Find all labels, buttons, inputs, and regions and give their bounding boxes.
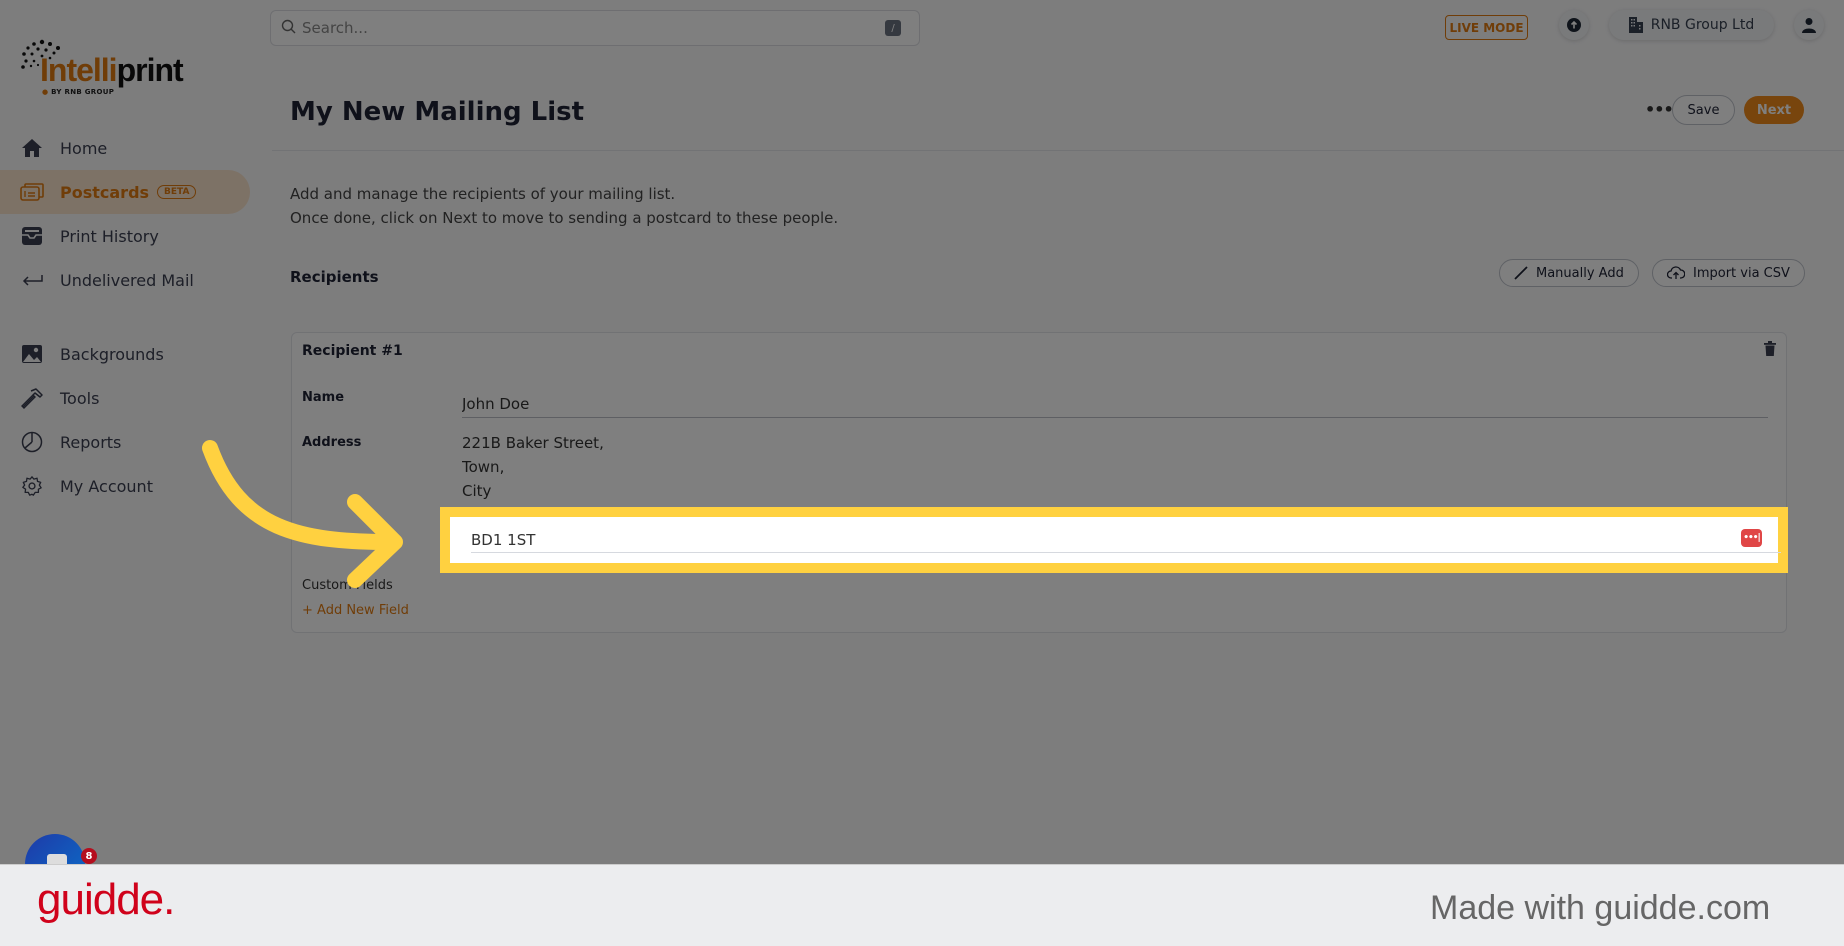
sidebar-item-undelivered-mail[interactable]: Undelivered Mail bbox=[0, 258, 250, 302]
search-bar[interactable]: / bbox=[270, 10, 920, 46]
description-line: Add and manage the recipients of your ma… bbox=[290, 185, 676, 203]
sidebar-item-label: Tools bbox=[60, 388, 100, 408]
cloud-upload-icon bbox=[1667, 266, 1685, 280]
sidebar-item-label: Home bbox=[60, 138, 108, 158]
logo-tagline: ● BY RNB GROUP bbox=[42, 88, 115, 96]
pie-chart-icon bbox=[20, 430, 44, 454]
guidde-logo: guidde. bbox=[37, 875, 175, 924]
manually-add-button[interactable]: Manually Add bbox=[1499, 259, 1639, 287]
highlighted-postcode-field: •••| bbox=[440, 507, 1788, 573]
save-button[interactable]: Save bbox=[1672, 95, 1735, 125]
search-input[interactable] bbox=[302, 19, 885, 37]
building-icon bbox=[1628, 17, 1643, 33]
sidebar-item-tools[interactable]: Tools bbox=[0, 376, 250, 420]
user-menu-button[interactable] bbox=[1794, 10, 1824, 40]
made-with-guidde-text: Made with guidde.com bbox=[1430, 889, 1771, 927]
page-description: Add and manage the recipients of your ma… bbox=[290, 182, 838, 230]
delete-recipient-button[interactable] bbox=[1764, 341, 1776, 360]
guidde-footer: guidde. Made with guidde.com bbox=[0, 864, 1844, 946]
pencil-icon bbox=[1514, 266, 1528, 280]
postcard-icon bbox=[20, 180, 44, 204]
name-label: Name bbox=[302, 390, 345, 405]
name-input[interactable] bbox=[462, 390, 1768, 418]
beta-badge: BETA bbox=[157, 185, 197, 199]
recipients-section-title: Recipients bbox=[290, 268, 379, 286]
recipient-title: Recipient #1 bbox=[302, 343, 403, 359]
keyboard-shortcut-hint: / bbox=[885, 20, 901, 36]
image-icon bbox=[20, 342, 44, 366]
app-window: Intelliprint ● BY RNB GROUP Home Postcar… bbox=[0, 0, 1844, 864]
sidebar-item-label: My Account bbox=[60, 476, 153, 496]
sidebar-item-label: Reports bbox=[60, 432, 122, 452]
import-csv-button[interactable]: Import via CSV bbox=[1652, 259, 1805, 287]
sidebar-item-label: Undelivered Mail bbox=[60, 270, 194, 290]
sidebar-item-print-history[interactable]: Print History bbox=[0, 214, 250, 258]
upload-button[interactable] bbox=[1559, 10, 1589, 40]
manually-add-label: Manually Add bbox=[1536, 265, 1624, 281]
add-new-field-link[interactable]: + Add New Field bbox=[302, 603, 409, 618]
postcode-field-container: •••| bbox=[450, 517, 1781, 563]
pointer-arrow-icon bbox=[202, 440, 403, 588]
home-icon bbox=[20, 136, 44, 160]
upload-arrow-icon bbox=[1567, 18, 1581, 32]
trash-icon bbox=[1764, 341, 1776, 356]
return-arrow-icon bbox=[20, 268, 44, 292]
page-title: My New Mailing List bbox=[290, 97, 585, 127]
sidebar-item-postcards[interactable]: Postcards BETA bbox=[0, 170, 250, 214]
organization-name: RNB Group Ltd bbox=[1650, 17, 1755, 33]
postcode-input[interactable] bbox=[471, 527, 1781, 553]
logo-wordmark: Intelliprint bbox=[40, 52, 184, 88]
import-csv-label: Import via CSV bbox=[1693, 265, 1790, 281]
live-mode-badge[interactable]: LIVE MODE bbox=[1445, 15, 1528, 40]
recipient-card: Recipient #1 Name Address 221B Baker Str… bbox=[291, 332, 1787, 633]
sidebar-item-label: Postcards bbox=[60, 182, 150, 202]
chat-notification-badge: 8 bbox=[81, 848, 97, 864]
organization-switcher[interactable]: RNB Group Ltd bbox=[1609, 10, 1774, 40]
hammer-icon bbox=[20, 386, 44, 410]
autofill-menu-icon[interactable]: •••| bbox=[1741, 529, 1762, 547]
sidebar-item-home[interactable]: Home bbox=[0, 126, 250, 170]
header-divider bbox=[272, 150, 1844, 151]
inbox-tray-icon bbox=[20, 224, 44, 248]
sidebar-item-label: Backgrounds bbox=[60, 344, 164, 364]
intelliprint-logo[interactable]: Intelliprint ● BY RNB GROUP bbox=[20, 38, 200, 98]
next-button[interactable]: Next bbox=[1744, 96, 1804, 124]
chat-icon bbox=[47, 854, 67, 864]
sidebar-item-label: Print History bbox=[60, 226, 159, 246]
more-options-button[interactable]: ••• bbox=[1645, 100, 1674, 119]
sidebar-item-backgrounds[interactable]: Backgrounds bbox=[0, 332, 250, 376]
search-icon bbox=[281, 19, 296, 38]
user-icon bbox=[1802, 18, 1816, 33]
description-line: Once done, click on Next to move to send… bbox=[290, 209, 839, 227]
gear-icon bbox=[20, 474, 44, 498]
